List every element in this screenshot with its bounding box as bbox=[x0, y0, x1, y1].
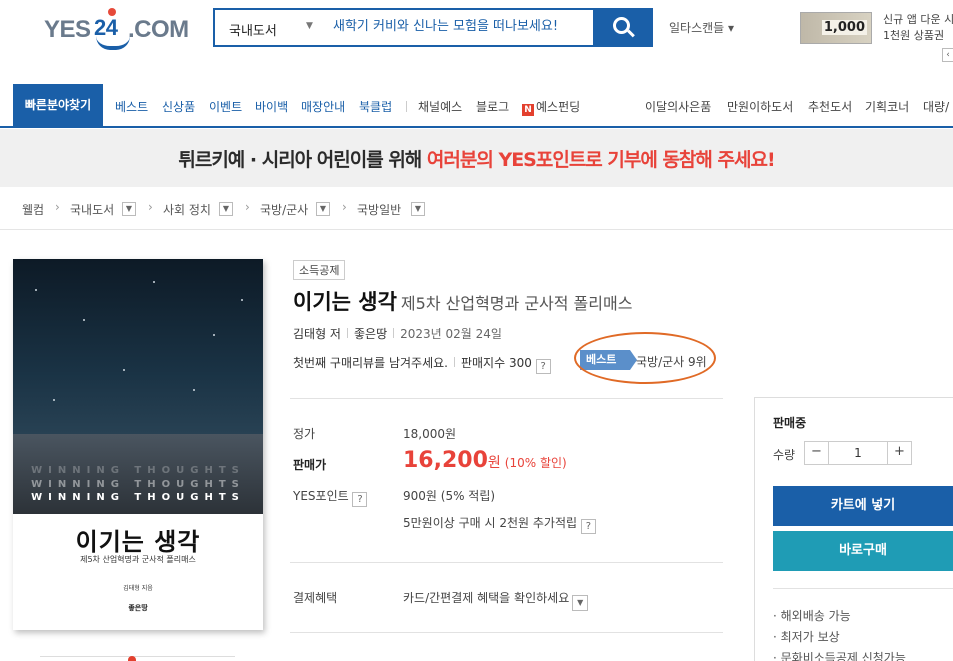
review-row: 첫번째 구매리뷰를 남겨주세요. 판매지수 300 ? bbox=[293, 354, 551, 374]
divider bbox=[773, 588, 953, 589]
divider bbox=[290, 398, 723, 399]
extra-points-text: 5만원이상 구매 시 2천원 추가적립 ? bbox=[403, 514, 596, 534]
nav-store[interactable]: 매장안내 bbox=[301, 98, 345, 115]
chevron-right-icon: › bbox=[148, 200, 153, 214]
chevron-down-icon[interactable]: ▼ bbox=[316, 202, 330, 216]
sale-price: 16,200원 (10% 할인) bbox=[403, 448, 567, 473]
logo-smile-icon bbox=[96, 36, 130, 50]
quick-category-button[interactable]: 빠른분야찾기 bbox=[13, 84, 103, 127]
nav-recommended[interactable]: 추천도서 bbox=[808, 98, 852, 115]
sales-index: 판매지수 300 bbox=[460, 356, 532, 370]
review-prompt-link[interactable]: 첫번째 구매리뷰를 남겨주세요. bbox=[293, 356, 448, 370]
minus-button[interactable]: − bbox=[805, 442, 829, 464]
quantity-input[interactable] bbox=[830, 442, 886, 464]
note-lowest-price: · 최저가 보상 bbox=[773, 630, 840, 644]
breadcrumb-defense[interactable]: 국방일반 bbox=[357, 201, 401, 218]
chevron-down-icon[interactable]: ▼ bbox=[122, 202, 136, 216]
nav-blog[interactable]: 블로그 bbox=[476, 98, 509, 115]
quantity-stepper: − + bbox=[804, 441, 912, 465]
breadcrumb-society[interactable]: 사회 정치 bbox=[163, 201, 211, 218]
chevron-down-icon[interactable]: ▼ bbox=[572, 595, 589, 611]
book-meta: 김태형 저 좋은땅 2023년 02월 24일 bbox=[293, 325, 502, 342]
nav-channel-yes[interactable]: 채널예스 bbox=[418, 98, 462, 115]
help-icon[interactable]: ? bbox=[535, 359, 551, 374]
publish-date: 2023년 02월 24일 bbox=[400, 327, 502, 341]
nav-bulk[interactable]: 대량/ bbox=[923, 98, 949, 115]
search-button[interactable] bbox=[593, 8, 653, 47]
help-icon[interactable]: ? bbox=[580, 519, 596, 534]
nav-best[interactable]: 베스트 bbox=[115, 98, 148, 115]
nav-bookclub[interactable]: 북클럽 bbox=[359, 98, 392, 115]
payment-benefit-value[interactable]: 카드/간편결제 혜택을 확인하세요 ▼ bbox=[403, 589, 589, 611]
breadcrumb: 웰컴 › 국내도서 ▼ › 사회 정치 ▼ › 국방/군사 ▼ › 국방일반 ▼ bbox=[0, 188, 953, 230]
nav-under-10000[interactable]: 만원이하도서 bbox=[727, 98, 793, 115]
logo-dot-icon bbox=[108, 8, 116, 16]
cover-indicator bbox=[128, 656, 136, 661]
breadcrumb-home[interactable]: 웰컴 bbox=[22, 201, 44, 218]
n-badge-icon: N bbox=[522, 104, 534, 116]
divider bbox=[290, 562, 723, 563]
ilta-scandal-dropdown[interactable]: 일타스캔들 ▾ bbox=[669, 19, 734, 36]
divider bbox=[290, 632, 723, 633]
help-icon[interactable]: ? bbox=[352, 492, 368, 507]
chevron-right-icon: › bbox=[342, 200, 347, 214]
list-price-value: 18,000원 bbox=[403, 427, 457, 441]
chevron-down-icon[interactable]: ▼ bbox=[306, 21, 313, 31]
donation-banner[interactable]: 튀르키예 · 시리아 어린이를 위해 여러분의 YES포인트로 기부에 동참해 … bbox=[0, 129, 953, 187]
payment-benefit-label: 결제혜택 bbox=[293, 591, 338, 605]
book-title-main: 이기는 생각 bbox=[293, 290, 397, 314]
search-bar: 국내도서 ▼ bbox=[213, 8, 653, 47]
yes-points-value: 900원 (5% 적립) bbox=[403, 489, 496, 503]
note-overseas-shipping: · 해외배송 가능 bbox=[773, 609, 851, 623]
nav-monthly-gift[interactable]: 이달의사은품 bbox=[645, 98, 711, 115]
sale-price-label: 판매가 bbox=[293, 458, 327, 472]
nav-new[interactable]: 신상품 bbox=[162, 98, 195, 115]
logo-com: .COM bbox=[128, 16, 189, 43]
author-link[interactable]: 김태형 저 bbox=[293, 327, 341, 341]
breadcrumb-domestic[interactable]: 국내도서 bbox=[70, 201, 114, 218]
search-input[interactable] bbox=[333, 19, 603, 34]
banner-text-1: 튀르키예 · 시리아 어린이를 위해 bbox=[178, 149, 427, 171]
nav-special-corner[interactable]: 기획코너 bbox=[865, 98, 909, 115]
promo-amount: 1,000 bbox=[821, 20, 867, 35]
discount-rate: (10% 할인) bbox=[504, 456, 567, 470]
promo-text[interactable]: 신규 앱 다운 시 1천원 상품권 bbox=[883, 12, 953, 44]
nav-yes-funding[interactable]: N 예스펀딩 bbox=[522, 98, 580, 116]
highlight-circle bbox=[574, 332, 716, 384]
yes24-logo[interactable]: YES 24 .COM bbox=[44, 6, 189, 56]
yes-points-label: YES포인트 ? bbox=[293, 487, 368, 507]
breadcrumb-military[interactable]: 국방/군사 bbox=[260, 201, 308, 218]
list-price-label: 정가 bbox=[293, 427, 316, 441]
nav-buyback[interactable]: 바이백 bbox=[255, 98, 288, 115]
chevron-down-icon[interactable]: ▼ bbox=[411, 202, 425, 216]
add-to-cart-button[interactable]: 카트에 넣기 bbox=[773, 486, 953, 526]
tax-deduction-badge: 소득공제 bbox=[293, 260, 346, 280]
chevron-right-icon: › bbox=[55, 200, 60, 214]
chevron-down-icon[interactable]: ▼ bbox=[219, 202, 233, 216]
note-culture-deduction: · 문화비소득공제 신청가능 bbox=[773, 651, 906, 661]
plus-button[interactable]: + bbox=[887, 442, 911, 464]
sale-status: 판매중 bbox=[773, 416, 807, 430]
book-title: 이기는 생각 제5차 산업혁명과 군사적 폴리매스 bbox=[293, 286, 632, 316]
cover-thumbnail-strip bbox=[40, 656, 235, 661]
publisher-link[interactable]: 좋은땅 bbox=[354, 327, 387, 341]
main-nav: 빠른분야찾기 베스트 신상품 이벤트 바이백 매장안내 북클럽 채널예스 블로그… bbox=[0, 84, 953, 128]
chevron-right-icon: › bbox=[245, 200, 250, 214]
quantity-label: 수량 bbox=[773, 448, 796, 462]
search-category-select[interactable]: 국내도서 bbox=[229, 20, 277, 39]
nav-event[interactable]: 이벤트 bbox=[209, 98, 242, 115]
buy-now-button[interactable]: 바로구매 bbox=[773, 531, 953, 571]
book-subtitle: 제5차 산업혁명과 군사적 폴리매스 bbox=[400, 294, 633, 313]
gift-card-promo-image[interactable]: 1,000 bbox=[800, 12, 872, 44]
logo-yes: YES bbox=[44, 16, 91, 43]
banner-text-2: 여러분의 YES포인트로 기부에 동참해 주세요! bbox=[426, 149, 776, 171]
nav-divider bbox=[406, 101, 407, 112]
book-cover-image[interactable]: WINNING THOUGHTS WINNING THOUGHTS WINNIN… bbox=[13, 259, 263, 630]
chevron-left-icon[interactable]: ‹ bbox=[942, 48, 953, 62]
